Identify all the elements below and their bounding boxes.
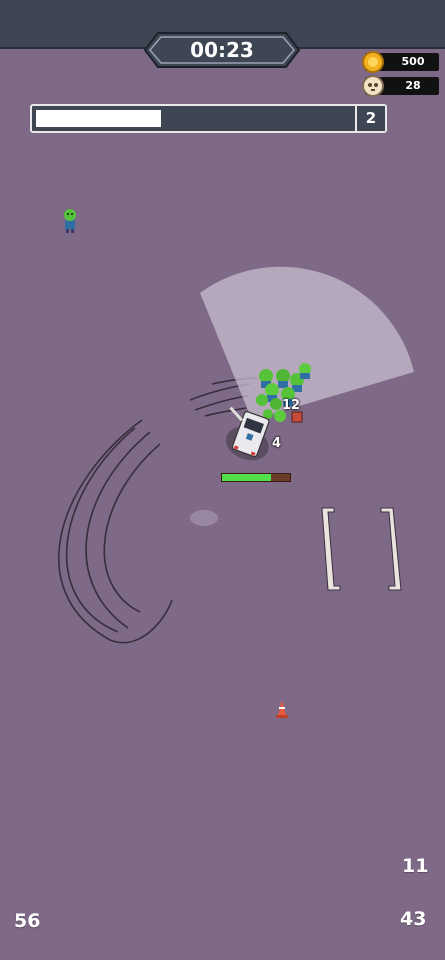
vision-cone: [200, 266, 414, 420]
supply-crate: [291, 411, 303, 423]
coin-counter: 500: [362, 51, 439, 73]
match-timer: 00:23: [144, 32, 300, 68]
right-upper-counter: 11: [402, 855, 429, 877]
traffic-cone: [276, 700, 288, 718]
wave-level: 2: [355, 106, 385, 131]
timer-text: 00:23: [190, 38, 254, 62]
coin-value: 500: [401, 55, 425, 68]
skull-icon: [362, 75, 384, 97]
horde-count-label: 12: [282, 398, 301, 413]
health-fill: [222, 474, 271, 481]
coin-icon: [362, 51, 384, 73]
drop-zone-brackets: [321, 507, 402, 591]
right-lower-counter: 43: [400, 908, 427, 930]
bottom-left-counter: 56: [14, 910, 41, 932]
dust-puff: [190, 510, 218, 526]
tire-tracks: [58, 377, 259, 644]
kill-value: 28: [405, 79, 421, 92]
wave-progress-bar: 2: [30, 104, 387, 133]
wave-progress-fill: [36, 110, 161, 127]
kill-counter: 28: [362, 75, 439, 97]
vehicle-level-label: 4: [272, 436, 282, 451]
player-health-bar: [221, 473, 291, 482]
zombie-enemy: [64, 209, 76, 233]
